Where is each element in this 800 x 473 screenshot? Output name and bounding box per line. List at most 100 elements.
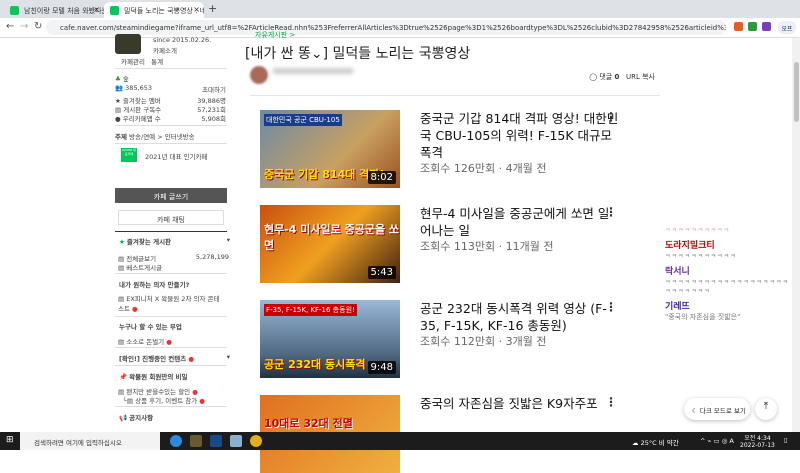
comments-label[interactable]: 댓글 xyxy=(599,73,612,81)
cafe-manage-link[interactable]: 카페관리 xyxy=(121,58,145,66)
profile-button[interactable]: 오프 xyxy=(778,21,796,34)
cafe-chat-button[interactable]: 카페 채팅 xyxy=(118,210,224,225)
chrome-icon[interactable] xyxy=(250,435,262,447)
video-duration: 8:02 xyxy=(367,171,396,184)
review-link[interactable]: 상품 후기, 이벤트 참가 xyxy=(135,397,197,405)
stats-link[interactable]: 통계 xyxy=(151,58,163,66)
video-title[interactable]: 중국군 기갑 814대 격파 영상! 대한민국 CBU-105의 위력! F-1… xyxy=(420,110,620,161)
tab-2[interactable]: 밀덕들 노리는 국뽕영상 : 네이버× xyxy=(104,2,204,18)
extension-icon[interactable] xyxy=(734,22,743,31)
more-options-icon[interactable]: ⋮ xyxy=(605,300,617,314)
video-title[interactable]: 현무-4 미사일을 중공군에게 쏘면 일어나는 일 xyxy=(420,205,620,239)
cafe-app-count: 5,908회 xyxy=(201,115,226,123)
notification-icon[interactable]: ▯ xyxy=(784,436,788,444)
time: 오전 4:34 xyxy=(744,435,771,442)
url-input[interactable]: cafe.naver.com/steamindiegame?iframe_url… xyxy=(46,20,726,35)
close-icon[interactable]: × xyxy=(193,5,200,14)
invite-link[interactable]: 초대하기 xyxy=(202,84,226,94)
date: 2022-07-13 xyxy=(740,442,775,449)
video-meta: 조회수 113만회 · 11개월 전 xyxy=(420,240,554,253)
video-thumbnail[interactable]: 현무-4 미사일로 중공군을 쏘면 5:43 xyxy=(260,205,400,283)
dark-mode-button[interactable]: ☾ 다크 모드로 보기 xyxy=(684,398,750,420)
reload-icon[interactable]: ↻ xyxy=(34,21,42,32)
scrollbar-thumb[interactable] xyxy=(794,62,799,122)
thumbnail-caption: 10대로 32대 전멸 xyxy=(264,417,353,430)
author-info-blurred xyxy=(273,68,353,74)
section-notice[interactable]: 공지사항 xyxy=(129,414,153,422)
extension-icon[interactable] xyxy=(762,22,771,31)
video-duration: 5:43 xyxy=(367,266,396,279)
section-chair: 내가 원하는 의자 만들기? xyxy=(119,281,190,289)
close-icon[interactable]: × xyxy=(93,5,100,14)
edge-icon[interactable] xyxy=(170,435,182,447)
thumbnail-tag: F-35, F-15K, KF-16 총동원! xyxy=(264,304,357,316)
thumbnail-caption: 공군 232대 동시폭격 xyxy=(264,358,366,371)
award-text: 2021년 대표 인기카페 xyxy=(145,153,208,161)
best-posts-link[interactable]: 베스트게시글 xyxy=(126,264,162,272)
members-icon: 👥 xyxy=(115,84,124,92)
taskbar: ⊞ 검색하려면 여기에 입력하십시오 ☁ 25°C 비 약간 ^ ⌁ ▭ ◎ A… xyxy=(0,432,800,450)
thumbnail-tag: 대한민국 공군 CBU-105 xyxy=(264,114,342,126)
comment-author[interactable]: 락서니 xyxy=(665,264,790,277)
thumbnail-caption: 중국군 기갑 814대 격파! xyxy=(264,168,385,181)
video-thumbnail[interactable]: F-35, F-15K, KF-16 총동원! 공군 232대 동시폭격 9:48 xyxy=(260,300,400,378)
level-icon: ♣ xyxy=(115,75,121,83)
video-thumbnail[interactable]: 대한민국 공군 CBU-105 중국군 기갑 814대 격파! 8:02 xyxy=(260,110,400,188)
all-posts-count: 5,278,199 xyxy=(195,253,229,261)
app-icon[interactable] xyxy=(210,435,222,447)
more-options-icon[interactable]: ⋮ xyxy=(605,205,617,219)
video-duration: 9:48 xyxy=(367,361,396,374)
moon-icon: ☾ xyxy=(692,407,698,415)
new-tab-button[interactable]: + xyxy=(208,2,217,15)
forward-icon[interactable]: → xyxy=(20,21,28,32)
comment-text: ㅋㅋㅋㅋㅋㅋㅋㅋㅋㅋㅋ xyxy=(665,253,737,260)
arrow-up-icon: ⤒ xyxy=(763,401,769,412)
video-meta: 조회수 112만회 · 3개월 전 xyxy=(420,335,547,348)
megaphone-icon: 📢 xyxy=(119,414,128,422)
weather[interactable]: ☁ 25°C 비 약간 xyxy=(632,437,679,447)
app-icon[interactable] xyxy=(230,435,242,447)
theme-label: 주제 xyxy=(115,133,127,141)
comment-count: 0 xyxy=(614,73,620,81)
section-secret: 왁물원 회원만의 비밀 xyxy=(129,373,188,381)
section-confirm[interactable]: [확인!] 진행중인 컨텐츠 xyxy=(119,355,186,363)
comments-panel: ㅋㅋㅋㅋㅋㅋㅋㅋㅋㅋ 도라지밀크티 ㅋㅋㅋㅋㅋㅋㅋㅋㅋㅋㅋ 락서니 ㅋㅋㅋㅋㅋㅋ… xyxy=(665,225,790,322)
tab-label: 밀덕들 노리는 국뽕영상 : 네이버 xyxy=(124,7,204,15)
tab-1[interactable]: 남친이랑 모텔 처음 와봤다는 이× xyxy=(4,2,104,18)
extension-icon[interactable] xyxy=(748,22,757,31)
tab-label: 남친이랑 모텔 처음 와봤다는 이 xyxy=(24,7,104,15)
new-badge-icon: ● xyxy=(132,305,138,313)
more-options-icon[interactable]: ⋮ xyxy=(605,395,617,409)
new-badge-icon: ● xyxy=(166,338,172,346)
search-placeholder: 검색하려면 여기에 입력하십시오 xyxy=(34,439,122,447)
pin-icon: 📌 xyxy=(119,373,128,381)
naver-badge: NAVER 대표카페 xyxy=(121,148,137,162)
theme-link[interactable]: 방송/연예 > 인터넷방송 xyxy=(129,133,195,141)
chevron-down-icon[interactable]: ▾ xyxy=(227,353,230,361)
comment-author[interactable]: 기레뜨 xyxy=(665,299,790,312)
video-title[interactable]: 공군 232대 동시폭격 위력 영상 (F-35, F-15K, KF-16 총… xyxy=(420,300,620,334)
tray-icons[interactable]: ^ ⌁ ▭ ◎ A xyxy=(700,437,734,445)
board-breadcrumb[interactable]: 자유게시판 > xyxy=(255,30,295,40)
new-badge-icon: ● xyxy=(199,397,205,405)
author-avatar[interactable] xyxy=(250,66,268,84)
minecraft-icon[interactable] xyxy=(190,435,202,447)
level-text: 숲 xyxy=(122,75,129,83)
article-actions: ◯ 댓글 0 URL 복사 xyxy=(589,72,655,82)
video-meta: 조회수 126만회 · 4개월 전 xyxy=(420,162,547,175)
scroll-top-button[interactable]: ⤒ xyxy=(755,398,777,420)
more-options-icon[interactable]: ⋮ xyxy=(605,110,617,124)
video-title[interactable]: 중국의 자존심을 짓밟은 K9자주포 xyxy=(420,395,620,412)
cafe-app-label: 우리카페앱 수 xyxy=(122,115,161,123)
pocket-link[interactable]: 소소로 돈벌기 xyxy=(126,338,164,346)
comment-author[interactable]: 도라지밀크티 xyxy=(665,238,790,251)
write-post-button[interactable]: 카페 글쓰기 xyxy=(115,188,227,203)
chevron-down-icon[interactable]: ▾ xyxy=(227,236,230,244)
clock[interactable]: 오전 4:34 2022-07-13 xyxy=(740,433,775,449)
fav-boards-header[interactable]: 즐겨찾는 게시판 xyxy=(127,238,171,246)
back-icon[interactable]: ← xyxy=(6,21,14,32)
member-count: 385,653 xyxy=(125,84,153,92)
windows-start-icon[interactable]: ⊞ xyxy=(6,435,14,445)
url-copy-button[interactable]: URL 복사 xyxy=(626,73,655,81)
taskbar-search-input[interactable]: 검색하려면 여기에 입력하십시오 xyxy=(20,432,160,450)
